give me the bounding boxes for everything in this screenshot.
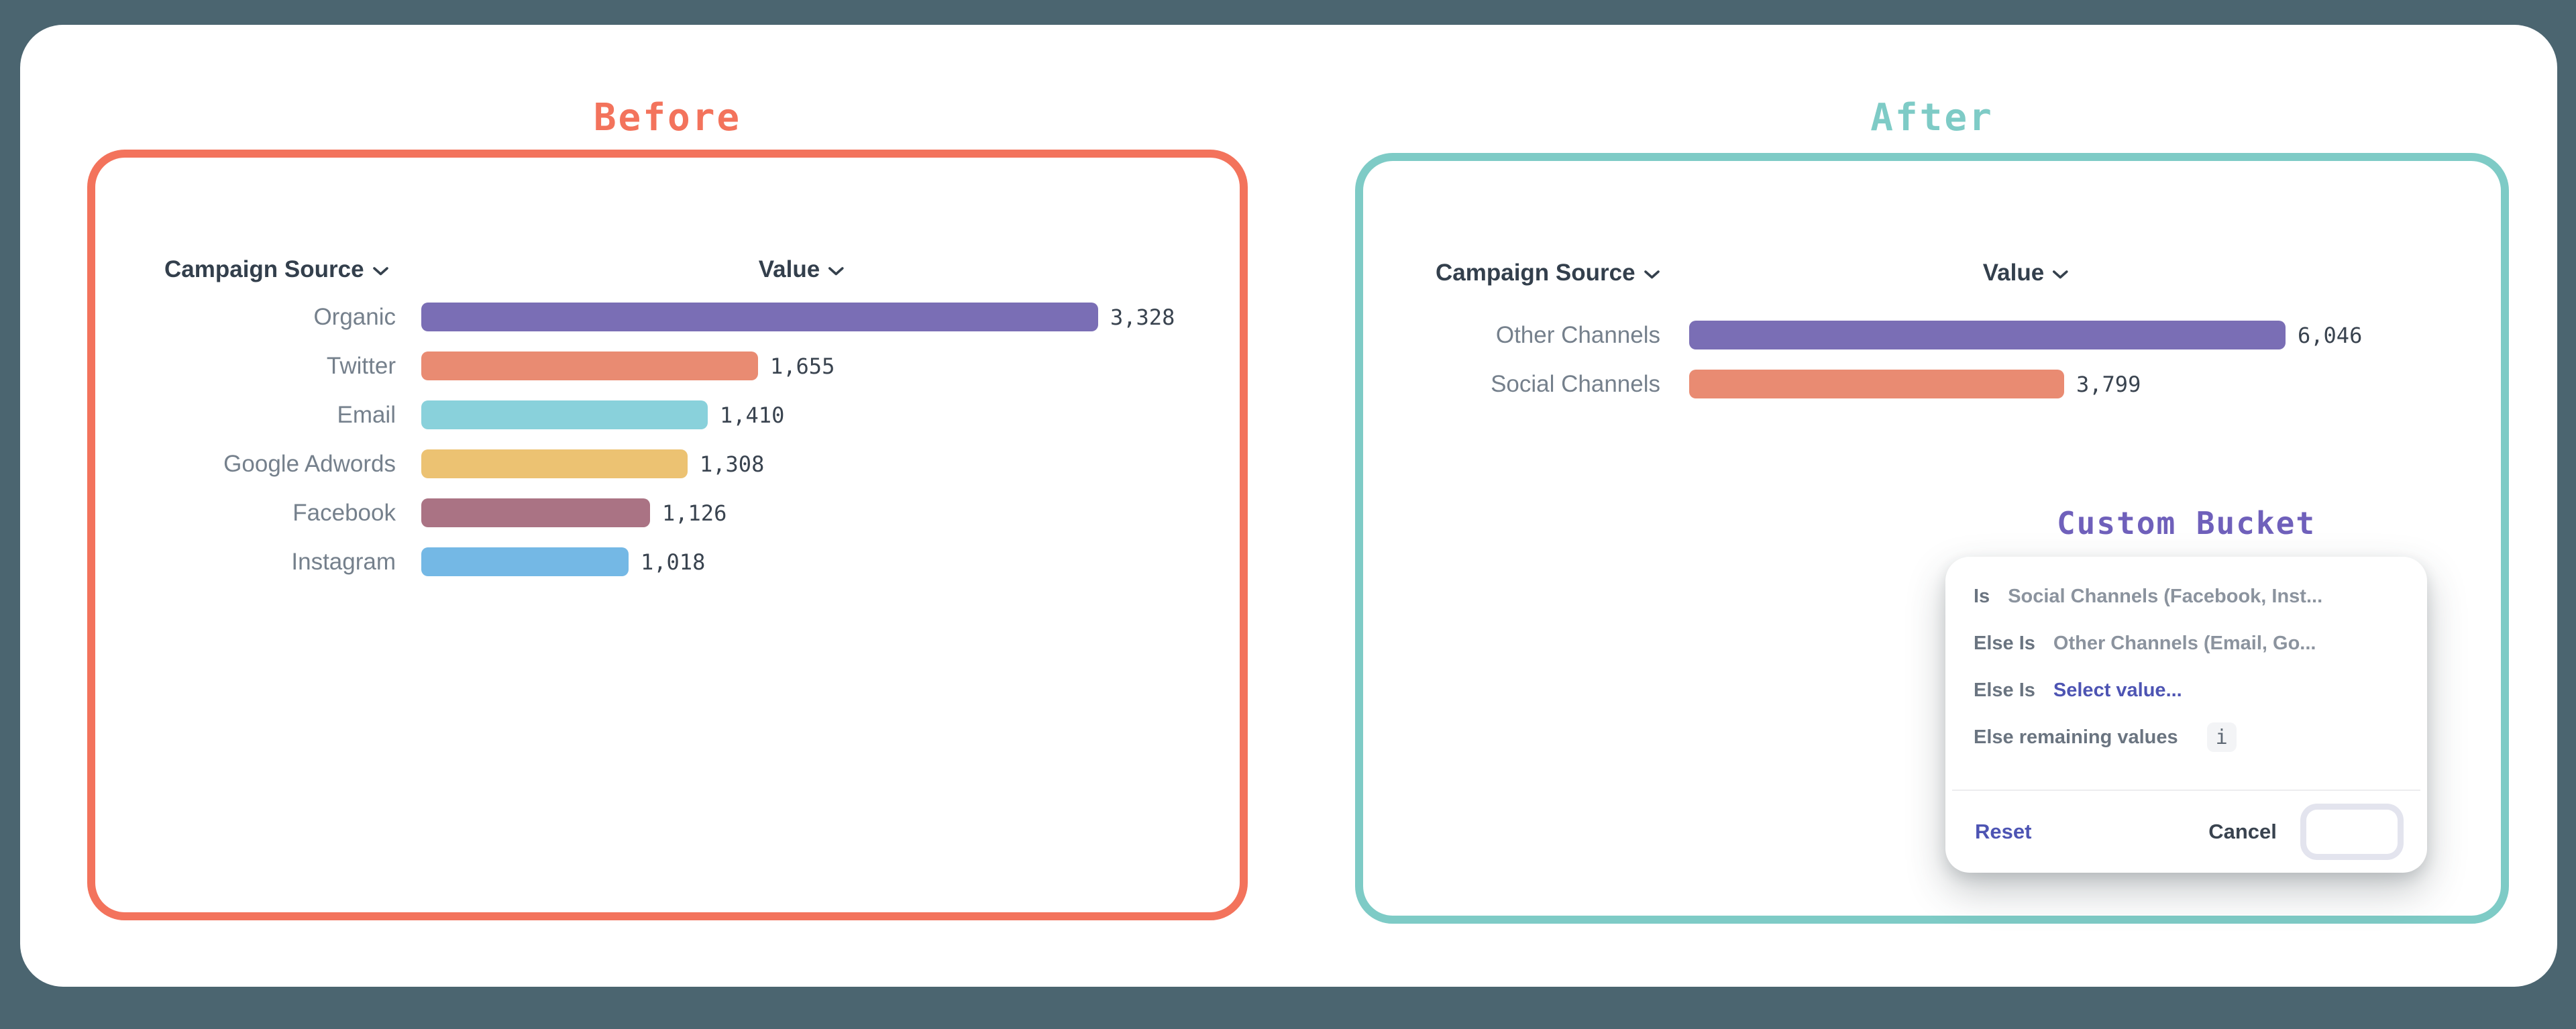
row-label: Instagram (95, 549, 396, 576)
custom-bucket-title: Custom Bucket (1945, 505, 2427, 541)
bucket-rule: Else Is Select value... (1974, 667, 2411, 714)
row-label: Other Channels (1363, 322, 1660, 349)
chevron-down-icon (372, 266, 389, 276)
apply-button[interactable]: Apply (2306, 810, 2398, 854)
rows: Other Channels 6,046 Social Channels 3,7… (1363, 321, 2362, 398)
value-bar[interactable] (421, 400, 708, 429)
column-header-label: Value (759, 256, 820, 283)
bucket-rules: Is Social Channels (Facebook, Inst... El… (1974, 573, 2411, 761)
value-bar[interactable] (421, 498, 650, 527)
row-value: 6,046 (2298, 323, 2362, 348)
rule-value[interactable]: Select value... (2053, 680, 2182, 702)
before-title: Before (87, 97, 1248, 139)
table-row: Twitter 1,655 (95, 351, 1175, 380)
table-header: Campaign Source Value (95, 255, 1240, 284)
rows: Organic 3,328 Twitter 1,655 Email 1,410 … (95, 303, 1175, 576)
cancel-button[interactable]: Cancel (2208, 820, 2277, 844)
row-label: Social Channels (1363, 371, 1660, 398)
row-value: 1,410 (720, 402, 784, 428)
table-row: Organic 3,328 (95, 303, 1175, 331)
info-icon[interactable]: i (2207, 722, 2237, 752)
table-row: Social Channels 3,799 (1363, 370, 2362, 398)
rule-prefix: Else remaining values (1974, 726, 2178, 749)
table-row: Email 1,410 (95, 400, 1175, 429)
column-header-label: Campaign Source (164, 256, 364, 283)
bucket-rule: Else Is Other Channels (Email, Go... (1974, 620, 2411, 667)
row-label: Organic (95, 304, 396, 331)
row-value: 1,018 (641, 549, 705, 575)
table-row: Other Channels 6,046 (1363, 321, 2362, 349)
rule-prefix: Else Is (1974, 680, 2035, 702)
chevron-down-icon (2052, 270, 2069, 280)
column-header-value[interactable]: Value (759, 255, 845, 284)
row-label: Google Adwords (95, 451, 396, 478)
bucket-rule: Is Social Channels (Facebook, Inst... (1974, 573, 2411, 620)
value-bar[interactable] (421, 547, 629, 576)
value-bar[interactable] (421, 351, 758, 380)
column-header-label: Value (1983, 260, 2044, 286)
comparison-canvas: Before After Campaign Source Value Orga (0, 0, 2576, 1029)
row-value: 1,655 (770, 354, 835, 379)
content-card: Before After Campaign Source Value Orga (20, 25, 2557, 987)
value-bar[interactable] (1689, 370, 2064, 398)
column-header-value[interactable]: Value (1983, 258, 2069, 288)
rule-value[interactable]: Other Channels (Email, Go... (2053, 633, 2316, 655)
custom-bucket-popup: Is Social Channels (Facebook, Inst... El… (1945, 557, 2427, 873)
table-row: Facebook 1,126 (95, 498, 1175, 527)
value-bar[interactable] (1689, 321, 2286, 349)
popup-footer: Reset Cancel Apply (1945, 791, 2427, 873)
before-panel: Campaign Source Value Organic 3,328 Twit… (87, 150, 1248, 920)
bucket-rule: Else remaining values i (1974, 714, 2411, 761)
after-title: After (1355, 97, 2509, 139)
row-value: 3,799 (2076, 372, 2141, 397)
column-header-label: Campaign Source (1436, 260, 1635, 286)
row-value: 1,126 (662, 500, 727, 526)
table-row: Google Adwords 1,308 (95, 449, 1175, 478)
rule-value[interactable]: Social Channels (Facebook, Inst... (2008, 586, 2322, 608)
row-value: 3,328 (1110, 305, 1175, 330)
rule-prefix: Else Is (1974, 633, 2035, 655)
row-label: Email (95, 402, 396, 429)
reset-button[interactable]: Reset (1975, 820, 2031, 844)
row-value: 1,308 (700, 451, 764, 477)
chevron-down-icon (828, 266, 845, 276)
row-label: Facebook (95, 500, 396, 527)
rule-prefix: Is (1974, 586, 1990, 608)
column-header-campaign-source[interactable]: Campaign Source (1436, 258, 1660, 288)
table-row: Instagram 1,018 (95, 547, 1175, 576)
chevron-down-icon (1644, 270, 1660, 280)
value-bar[interactable] (421, 303, 1098, 331)
row-label: Twitter (95, 353, 396, 380)
value-bar[interactable] (421, 449, 688, 478)
column-header-campaign-source[interactable]: Campaign Source (164, 255, 389, 284)
table-header: Campaign Source Value (1363, 258, 2501, 288)
